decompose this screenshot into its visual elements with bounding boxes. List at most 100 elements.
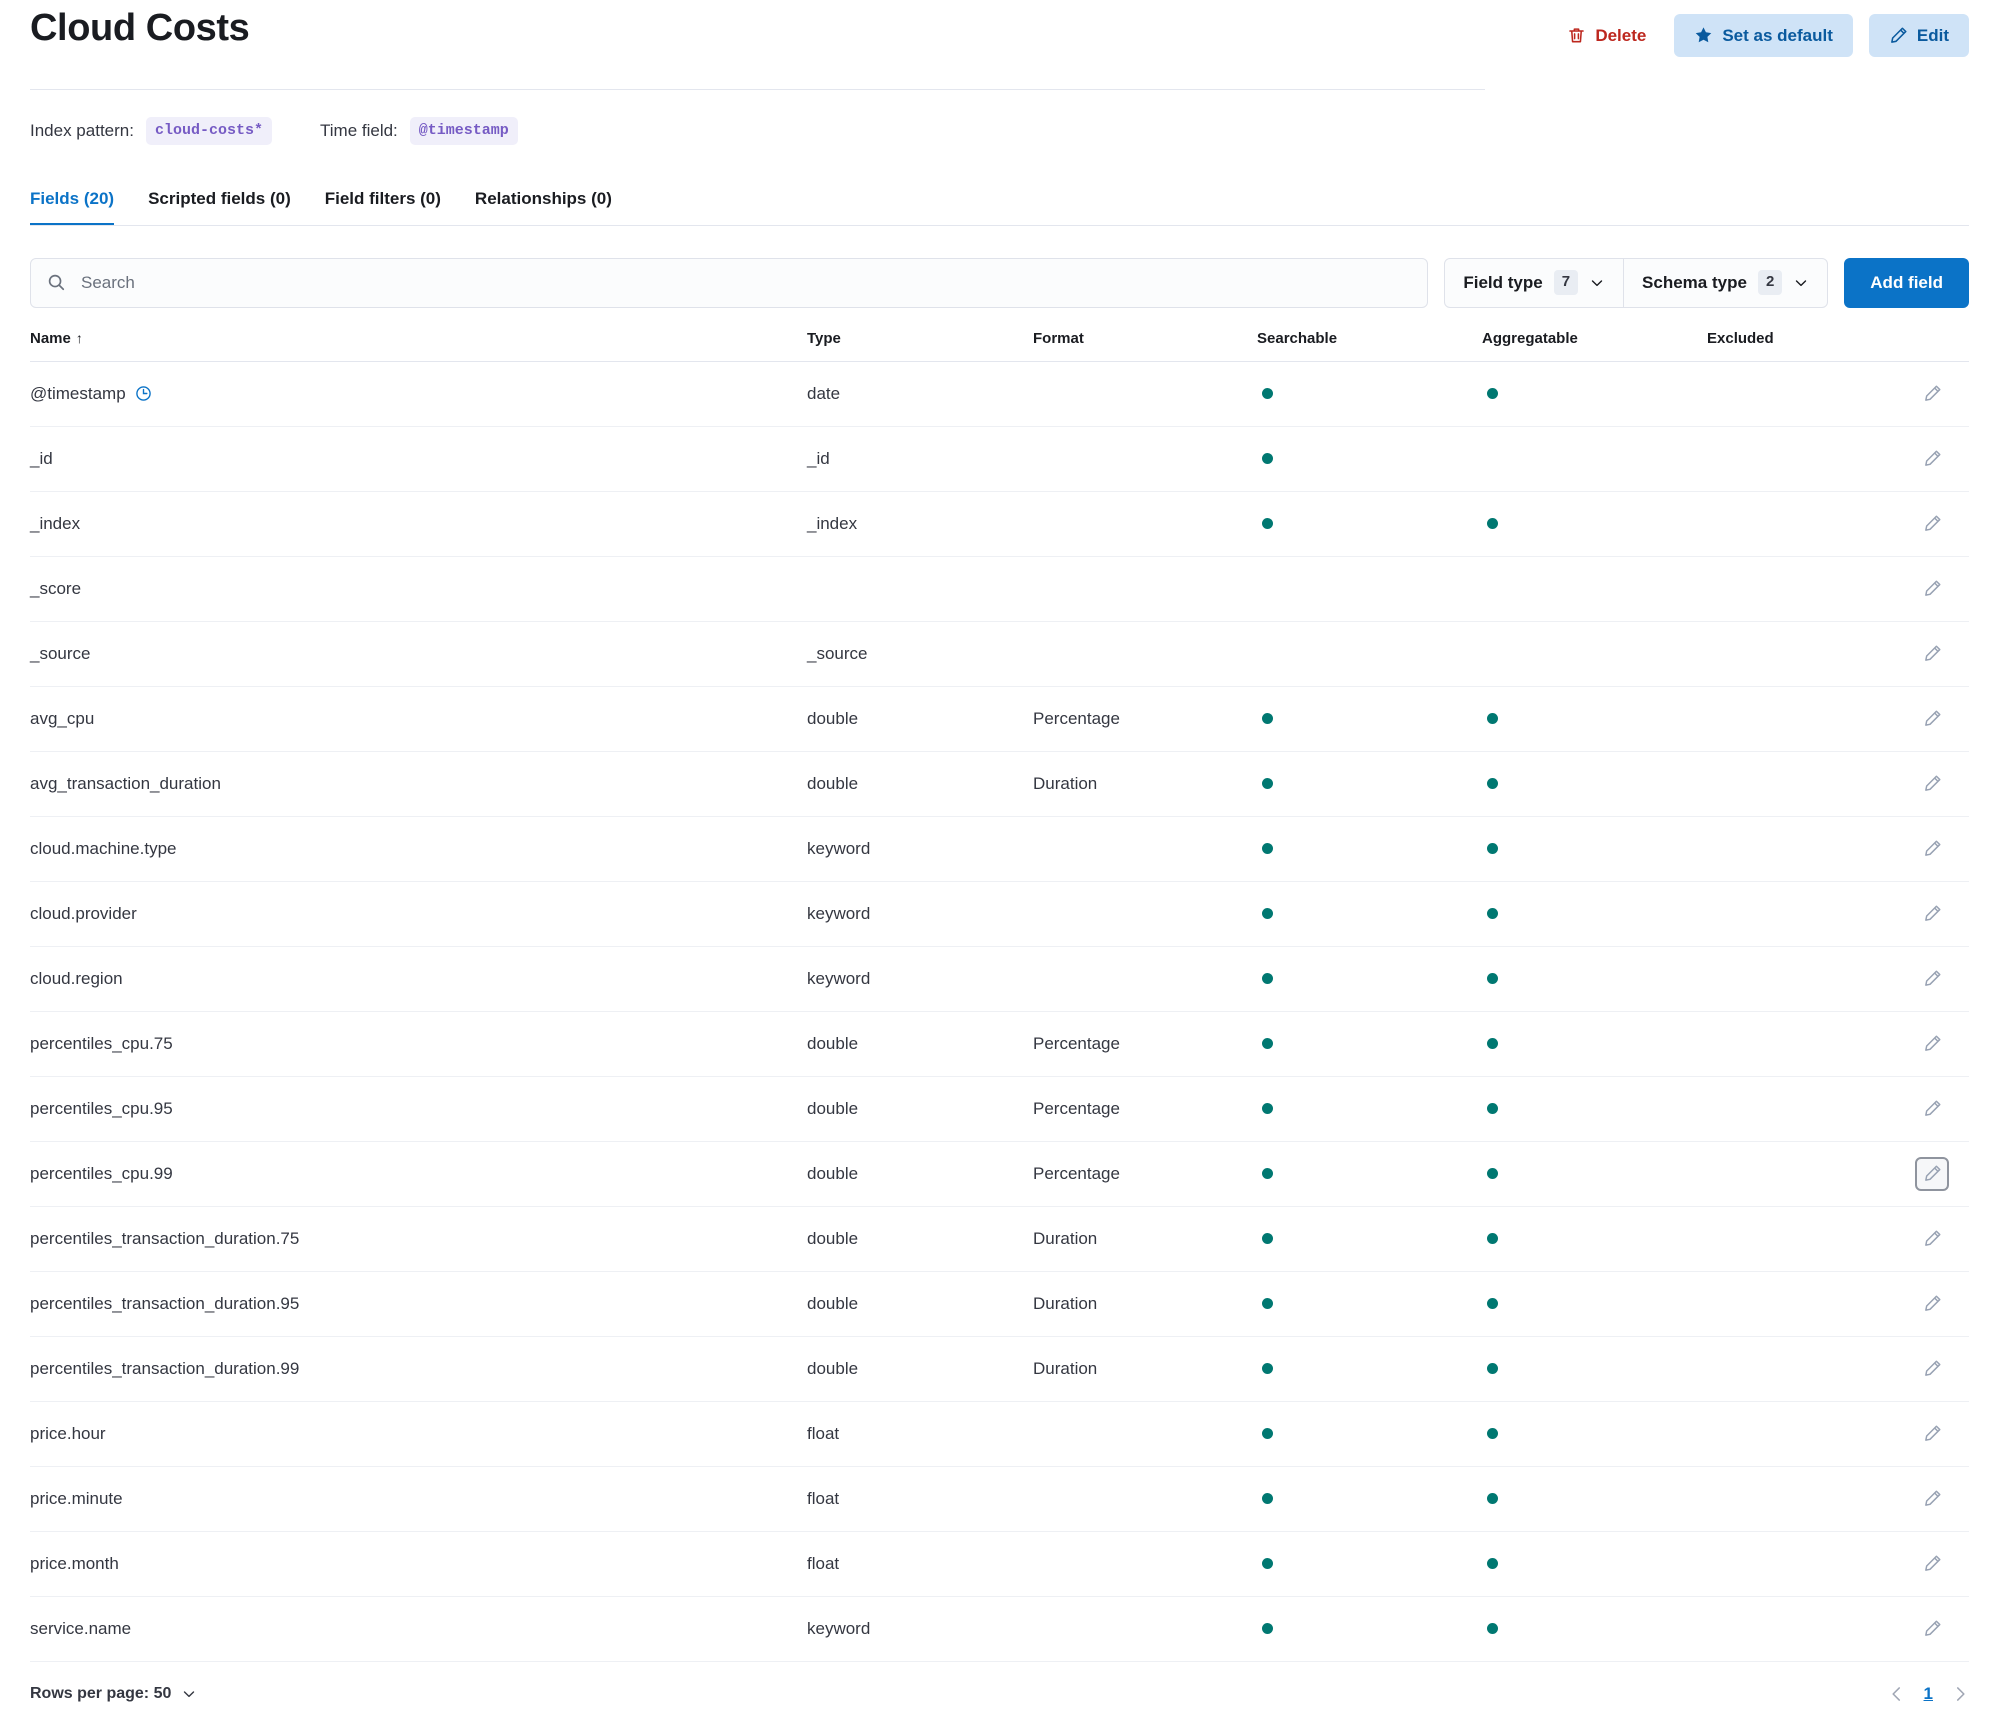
field-name-label: percentiles_cpu.75 bbox=[30, 1033, 173, 1053]
table-row: _source _source bbox=[30, 621, 1969, 687]
edit-field-button[interactable] bbox=[1915, 1027, 1949, 1061]
field-name-cell: cloud.region bbox=[30, 946, 807, 1012]
status-dot bbox=[1262, 1362, 1273, 1374]
time-field-label: Time field: bbox=[320, 120, 398, 140]
edit-field-button[interactable] bbox=[1915, 637, 1949, 671]
status-dot bbox=[1487, 387, 1498, 399]
field-aggregatable-cell bbox=[1482, 1401, 1707, 1467]
field-name-label: _source bbox=[30, 643, 91, 663]
edit-button-label: Edit bbox=[1916, 26, 1949, 45]
field-excluded-cell bbox=[1707, 1531, 1897, 1597]
table-controls: Field type 7 Schema type 2 Add field bbox=[30, 257, 1969, 308]
field-type-filter[interactable]: Field type 7 bbox=[1445, 259, 1623, 307]
status-dot bbox=[1262, 1622, 1273, 1634]
column-header-searchable[interactable]: Searchable bbox=[1257, 329, 1482, 362]
edit-field-button[interactable] bbox=[1915, 832, 1949, 866]
field-searchable-cell bbox=[1257, 1011, 1482, 1077]
column-header-format[interactable]: Format bbox=[1033, 329, 1257, 362]
edit-field-button[interactable] bbox=[1915, 767, 1949, 801]
edit-field-button[interactable] bbox=[1915, 572, 1949, 606]
edit-field-button[interactable] bbox=[1915, 962, 1949, 996]
field-name-cell: cloud.machine.type bbox=[30, 816, 807, 882]
field-excluded-cell bbox=[1707, 1336, 1897, 1402]
edit-field-button[interactable] bbox=[1915, 702, 1949, 736]
rows-per-page-label: Rows per page: 50 bbox=[30, 1684, 172, 1702]
chevron-down-icon bbox=[1793, 275, 1809, 291]
edit-field-button[interactable] bbox=[1915, 1482, 1949, 1516]
chevron-right-icon[interactable] bbox=[1951, 1685, 1969, 1703]
column-header-name[interactable]: Name ↑ bbox=[30, 329, 807, 362]
field-searchable-cell bbox=[1257, 361, 1482, 427]
field-type-cell: double bbox=[807, 1206, 1033, 1272]
delete-button[interactable]: Delete bbox=[1555, 14, 1658, 57]
field-searchable-cell bbox=[1257, 1141, 1482, 1207]
tab-field-filters[interactable]: Field filters (0) bbox=[325, 183, 441, 225]
column-header-type[interactable]: Type bbox=[807, 329, 1033, 362]
field-name-label: price.month bbox=[30, 1553, 119, 1573]
field-type-cell: double bbox=[807, 1011, 1033, 1077]
table-row: price.month float bbox=[30, 1531, 1969, 1597]
search-box[interactable] bbox=[30, 257, 1429, 308]
edit-field-button[interactable] bbox=[1915, 1417, 1949, 1451]
edit-field-button[interactable] bbox=[1915, 442, 1949, 476]
field-format-cell bbox=[1033, 361, 1257, 427]
table-row: @timestamp date bbox=[30, 361, 1969, 427]
field-format-cell: Duration bbox=[1033, 1336, 1257, 1402]
rows-per-page-selector[interactable]: Rows per page: 50 bbox=[30, 1685, 197, 1703]
field-name-label: @timestamp bbox=[30, 383, 126, 403]
table-row: percentiles_transaction_duration.75 doubl… bbox=[30, 1206, 1969, 1272]
status-dot bbox=[1487, 972, 1498, 984]
field-type-cell: float bbox=[807, 1531, 1033, 1597]
tab-relationships[interactable]: Relationships (0) bbox=[475, 183, 612, 225]
field-format-cell: Percentage bbox=[1033, 1141, 1257, 1207]
status-dot bbox=[1487, 517, 1498, 529]
edit-field-button[interactable] bbox=[1915, 507, 1949, 541]
field-type-cell: float bbox=[807, 1466, 1033, 1532]
field-searchable-cell bbox=[1257, 1206, 1482, 1272]
field-searchable-cell bbox=[1257, 1076, 1482, 1142]
set-as-default-button[interactable]: Set as default bbox=[1674, 14, 1853, 57]
field-name-cell: service.name bbox=[30, 1596, 807, 1662]
page-number-1[interactable]: 1 bbox=[1924, 1684, 1933, 1704]
field-excluded-cell bbox=[1707, 1596, 1897, 1662]
field-excluded-cell bbox=[1707, 1401, 1897, 1467]
field-excluded-cell bbox=[1707, 361, 1897, 427]
field-format-cell bbox=[1033, 881, 1257, 947]
field-type-cell: double bbox=[807, 686, 1033, 752]
field-excluded-cell bbox=[1707, 751, 1897, 817]
status-dot bbox=[1487, 1297, 1498, 1309]
schema-type-filter[interactable]: Schema type 2 bbox=[1623, 258, 1827, 307]
tab-scripted-fields[interactable]: Scripted fields (0) bbox=[148, 183, 291, 225]
field-format-cell bbox=[1033, 1401, 1257, 1467]
status-dot bbox=[1487, 1102, 1498, 1114]
column-header-aggregatable[interactable]: Aggregatable bbox=[1482, 329, 1707, 362]
field-format-cell bbox=[1033, 1531, 1257, 1597]
edit-field-button[interactable] bbox=[1915, 377, 1949, 411]
field-excluded-cell bbox=[1707, 426, 1897, 492]
edit-field-button[interactable] bbox=[1915, 1092, 1949, 1126]
schema-type-filter-count: 2 bbox=[1757, 270, 1783, 295]
edit-button[interactable]: Edit bbox=[1868, 14, 1969, 57]
edit-field-button[interactable] bbox=[1915, 1612, 1949, 1646]
field-format-cell: Duration bbox=[1033, 1271, 1257, 1337]
field-aggregatable-cell bbox=[1482, 1206, 1707, 1272]
edit-field-button[interactable] bbox=[1915, 897, 1949, 931]
add-field-button[interactable]: Add field bbox=[1844, 257, 1969, 308]
search-input[interactable] bbox=[79, 258, 1412, 307]
edit-field-button[interactable] bbox=[1915, 1352, 1949, 1386]
edit-field-button[interactable] bbox=[1915, 1156, 1949, 1191]
edit-field-button[interactable] bbox=[1915, 1287, 1949, 1321]
field-type-filter-label: Field type bbox=[1463, 272, 1543, 292]
edit-field-button[interactable] bbox=[1915, 1547, 1949, 1581]
field-actions-cell bbox=[1897, 1401, 1969, 1467]
chevron-left-icon[interactable] bbox=[1888, 1685, 1906, 1703]
column-header-excluded[interactable]: Excluded bbox=[1707, 329, 1897, 362]
status-dot bbox=[1487, 842, 1498, 854]
tab-bar: Fields (20) Scripted fields (0) Field fi… bbox=[30, 183, 1969, 226]
status-dot bbox=[1262, 517, 1273, 529]
tab-fields[interactable]: Fields (20) bbox=[30, 183, 115, 225]
edit-field-button[interactable] bbox=[1915, 1222, 1949, 1256]
field-actions-cell bbox=[1897, 946, 1969, 1012]
field-name-cell: _score bbox=[30, 556, 807, 622]
field-type-cell: keyword bbox=[807, 881, 1033, 947]
